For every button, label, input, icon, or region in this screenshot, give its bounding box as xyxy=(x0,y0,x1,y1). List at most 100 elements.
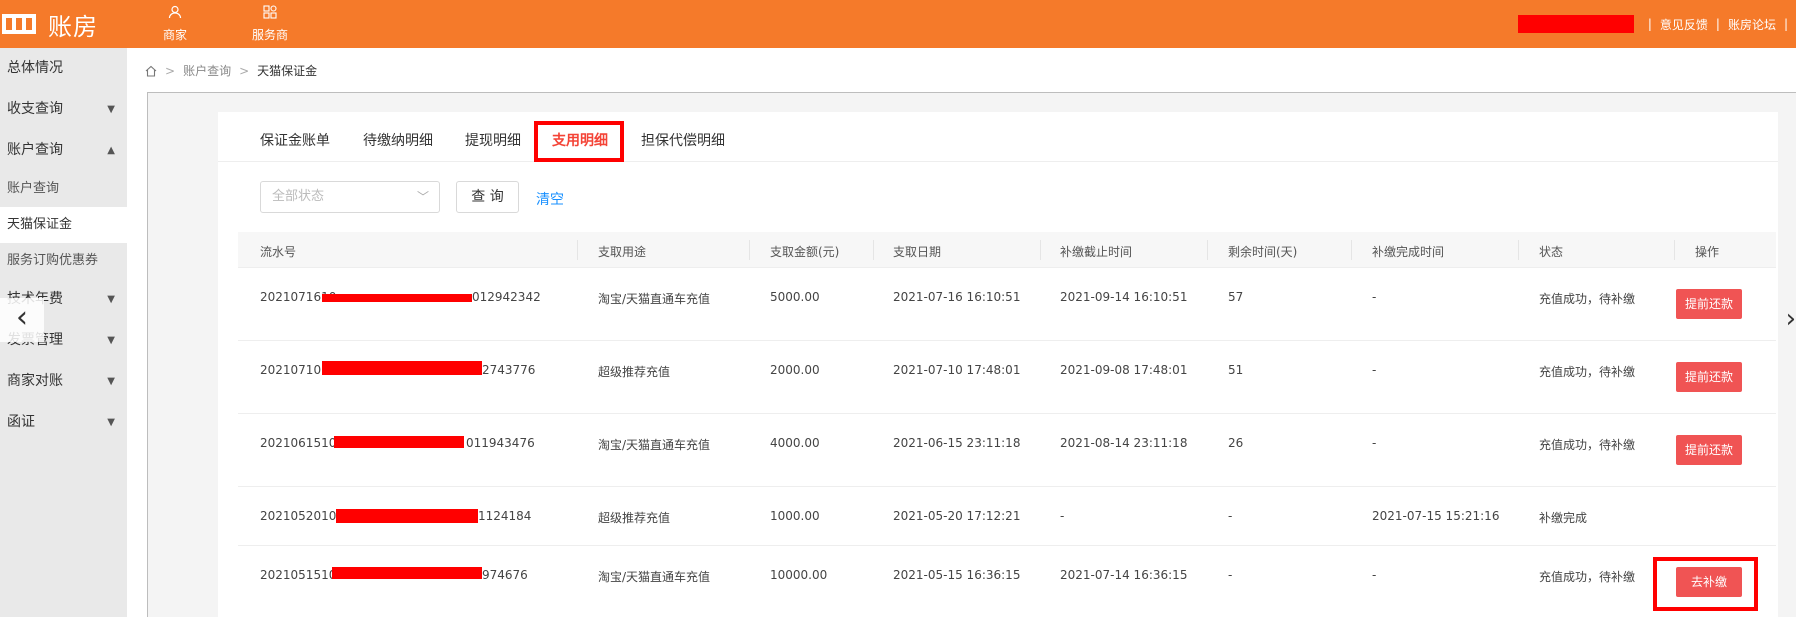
chevron-right-icon[interactable]: › xyxy=(1786,304,1796,334)
deadline-cell: 2021-09-14 16:10:51 xyxy=(1060,290,1188,304)
usage-cell: 淘宝/天猫直通车充值 xyxy=(598,292,711,306)
amount-cell: 10000.00 xyxy=(770,568,828,582)
serial-suffix: 011943476 xyxy=(466,436,535,450)
abacus-icon xyxy=(2,12,38,36)
col-deadline: 补缴截止时间 xyxy=(1060,245,1133,259)
tab-deposit-bill[interactable]: 保证金账单 xyxy=(260,130,330,150)
remaining-cell: - xyxy=(1228,509,1233,523)
completed-cell: - xyxy=(1372,436,1377,450)
amount-cell: 4000.00 xyxy=(770,436,820,450)
serial-suffix: 1124184 xyxy=(478,509,532,523)
sidebar-subitem-tmall-deposit[interactable]: 天猫保证金 xyxy=(0,207,127,243)
date-cell: 2021-05-15 16:36:15 xyxy=(893,568,1021,582)
deadline-cell: 2021-07-14 16:36:15 xyxy=(1060,568,1188,582)
completed-cell: - xyxy=(1372,568,1377,582)
remaining-cell: 26 xyxy=(1228,436,1244,450)
remaining-cell: - xyxy=(1228,568,1233,582)
sidebar-item-coupons[interactable]: 服务订购优惠券 xyxy=(0,243,127,279)
feedback-link[interactable]: 意见反馈 xyxy=(1660,16,1708,33)
sidebar-item-confirmation[interactable]: 函证 ▼ xyxy=(0,402,127,443)
breadcrumb-sep: > xyxy=(165,63,176,78)
tab-guarantee-detail[interactable]: 担保代偿明细 xyxy=(641,130,725,150)
sidebar-item-label: 总体情况 xyxy=(7,60,63,76)
tab-withdrawal[interactable]: 提现明细 xyxy=(465,130,521,150)
sidebar-item-reconcile[interactable]: 商家对账 ▼ xyxy=(0,361,127,402)
date-cell: 2021-07-16 16:10:51 xyxy=(893,290,1021,304)
forum-link[interactable]: 账房论坛 xyxy=(1728,16,1776,33)
topnav-provider[interactable]: 服务商 xyxy=(230,0,310,48)
status-cell: 充值成功，待补缴 xyxy=(1539,365,1636,379)
col-status: 状态 xyxy=(1539,245,1564,259)
topnav-merchant[interactable]: 商家 xyxy=(135,0,215,48)
query-button[interactable]: 查 询 xyxy=(456,181,519,213)
col-action: 操作 xyxy=(1695,245,1720,259)
separator: | xyxy=(1783,17,1788,31)
user-icon xyxy=(135,4,215,26)
status-select[interactable]: 全部状态 ﹀ xyxy=(260,181,440,213)
status-cell: 充值成功，待补缴 xyxy=(1539,570,1636,584)
serial-prefix: 2021051510 xyxy=(260,568,337,582)
table-row: 2021051510 974676 淘宝/天猫直通车充值 10000.00 20… xyxy=(238,546,1776,617)
usage-cell: 超级推荐充值 xyxy=(598,511,671,525)
separator: | xyxy=(1647,17,1652,31)
col-date: 支取日期 xyxy=(893,245,942,259)
deadline-cell: - xyxy=(1060,509,1065,523)
early-repay-button[interactable]: 提前还款 xyxy=(1676,362,1742,392)
status-cell: 充值成功，待补缴 xyxy=(1539,292,1636,306)
col-completed: 补缴完成时间 xyxy=(1372,245,1445,259)
sidebar-item-account[interactable]: 账户查询 ▲ xyxy=(0,130,127,171)
top-links: | 意见反馈 | 账房论坛 | xyxy=(1517,0,1796,48)
table-row: 2021071010 2743776 超级推荐充值 2000.00 2021-0… xyxy=(238,341,1776,414)
table-row: 2021052010 1124184 超级推荐充值 1000.00 2021-0… xyxy=(238,487,1776,546)
home-icon[interactable] xyxy=(145,65,157,77)
sidebar-item-income[interactable]: 收支查询 ▼ xyxy=(0,89,127,130)
redacted-serial xyxy=(336,509,478,523)
deadline-cell: 2021-08-14 23:11:18 xyxy=(1060,436,1188,450)
grid-icon xyxy=(230,4,310,26)
redacted-serial xyxy=(332,567,482,579)
caret-down-icon: ▼ xyxy=(107,104,115,115)
chevron-left-icon[interactable]: ‹ xyxy=(0,298,44,342)
table-row: 2021061510 011943476 淘宝/天猫直通车充值 4000.00 … xyxy=(238,414,1776,487)
breadcrumb-sep: > xyxy=(239,63,250,78)
usage-cell: 淘宝/天猫直通车充值 xyxy=(598,438,711,452)
sidebar-item-overview[interactable]: 总体情况 xyxy=(0,48,127,89)
sidebar-item-label: 函证 xyxy=(7,414,35,430)
usage-cell: 超级推荐充值 xyxy=(598,365,671,379)
redacted-serial xyxy=(322,361,482,375)
sidebar-subitem-account-query[interactable]: 账户查询 xyxy=(0,171,127,207)
early-repay-button[interactable]: 提前还款 xyxy=(1676,289,1742,319)
table-row: 2021071610 012942342 淘宝/天猫直通车充值 5000.00 … xyxy=(238,268,1776,341)
serial-prefix: 2021052010 xyxy=(260,509,337,523)
sidebar-item-label: 天猫保证金 xyxy=(7,217,73,232)
col-usage: 支取用途 xyxy=(598,245,647,259)
caret-down-icon: ▼ xyxy=(107,294,115,305)
app-title: 账房 xyxy=(48,12,98,41)
caret-up-icon: ▲ xyxy=(107,145,115,156)
clear-button[interactable]: 清空 xyxy=(536,189,564,209)
topnav-label: 服务商 xyxy=(251,28,288,42)
completed-cell: 2021-07-15 15:21:16 xyxy=(1372,509,1500,523)
sidebar-item-label: 账户查询 xyxy=(7,181,60,196)
caret-down-icon: ▼ xyxy=(107,376,115,387)
date-cell: 2021-06-15 23:11:18 xyxy=(893,436,1021,450)
app-logo[interactable]: 账房 xyxy=(0,0,98,48)
breadcrumb: > 账户查询 > 天猫保证金 xyxy=(145,62,317,79)
caret-down-icon: ▼ xyxy=(107,417,115,428)
sidebar-item-label: 服务订购优惠券 xyxy=(7,253,99,268)
serial-prefix: 2021061510 xyxy=(260,436,337,450)
date-cell: 2021-07-10 17:48:01 xyxy=(893,363,1021,377)
separator: | xyxy=(1715,17,1720,31)
remaining-cell: 51 xyxy=(1228,363,1244,377)
col-serial: 流水号 xyxy=(260,245,297,259)
caret-down-icon: ▼ xyxy=(107,335,115,346)
completed-cell: - xyxy=(1372,363,1377,377)
sidebar-item-label: 收支查询 xyxy=(7,101,63,117)
breadcrumb-account-query[interactable]: 账户查询 xyxy=(183,62,231,79)
status-select-placeholder: 全部状态 xyxy=(272,189,325,204)
redacted-serial xyxy=(322,294,472,302)
early-repay-button[interactable]: 提前还款 xyxy=(1676,435,1742,465)
status-cell: 充值成功，待补缴 xyxy=(1539,438,1636,452)
tab-pending-payment[interactable]: 待缴纳明细 xyxy=(363,130,433,150)
sidebar-item-label: 账户查询 xyxy=(7,142,63,158)
